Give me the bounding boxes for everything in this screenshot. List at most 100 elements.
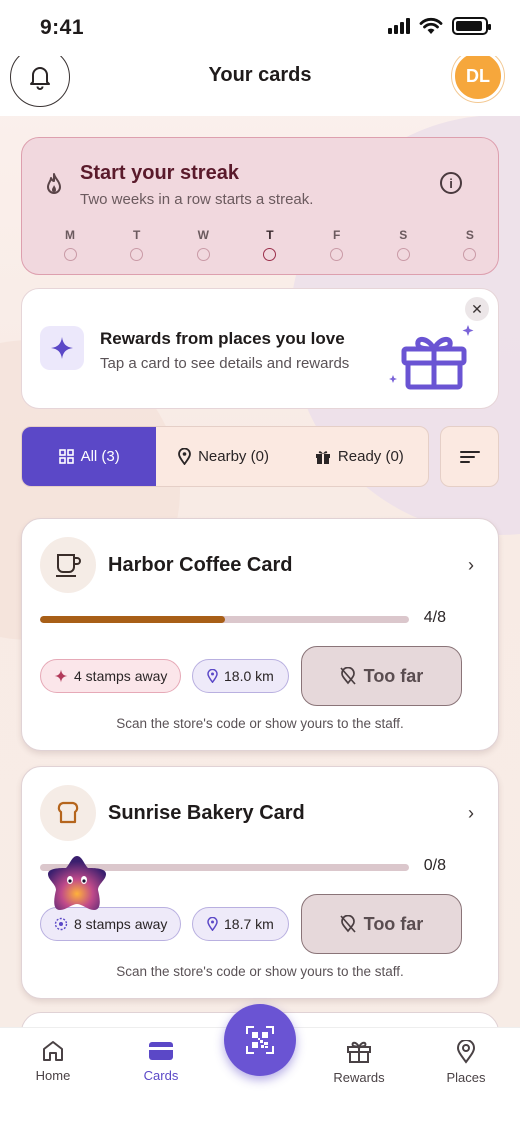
filter-nearby-label: Nearby (0) <box>198 448 269 465</box>
promo-subtitle: Tap a card to see details and rewards <box>100 355 350 372</box>
day-label: T <box>266 228 274 242</box>
day-indicator <box>463 248 477 261</box>
cards-screen: 9:41 Your cards DL Start your streak Two… <box>0 0 520 1125</box>
promo-title: Rewards from places you love <box>100 329 345 348</box>
home-icon <box>43 1041 63 1061</box>
nav-rewards[interactable]: Rewards <box>314 1040 404 1085</box>
distance-chip: 18.7 km <box>192 907 289 941</box>
gift-icon <box>315 450 330 464</box>
cellular-signal-icon <box>388 18 410 34</box>
location-off-icon <box>340 915 356 933</box>
streak-card[interactable]: Start your streak Two weeks in a row sta… <box>21 137 499 275</box>
filter-ready-label: Ready (0) <box>337 448 404 465</box>
day-label: F <box>332 228 341 242</box>
streak-day: S <box>455 228 485 261</box>
streak-day: F <box>322 228 352 261</box>
location-off-icon <box>340 667 356 685</box>
distance-label: 18.0 km <box>224 668 274 684</box>
nav-rewards-label: Rewards <box>333 1070 385 1085</box>
day-indicator <box>263 248 277 261</box>
streak-day: W <box>188 228 218 261</box>
filter-tabs: All (3) Nearby (0) Ready (0) <box>21 426 429 487</box>
close-button[interactable]: ✕ <box>465 297 489 321</box>
day-indicator <box>130 248 144 261</box>
card-name: Sunrise Bakery Card <box>108 802 305 824</box>
streak-day: M <box>55 228 85 261</box>
day-indicator <box>330 248 344 261</box>
status-bar: 9:41 <box>0 0 520 56</box>
day-label: W <box>197 228 209 242</box>
stamps-away-chip: 4 stamps away <box>40 659 182 693</box>
filter-nearby[interactable]: Nearby (0) <box>156 427 290 486</box>
too-far-label: Too far <box>363 665 424 686</box>
card-icon <box>149 1042 173 1060</box>
location-pin-icon <box>456 1040 476 1064</box>
flame-icon <box>47 173 61 194</box>
filter-all-label: All (3) <box>80 448 120 465</box>
close-icon: ✕ <box>471 300 483 317</box>
gift-illustration-icon <box>389 325 474 390</box>
status-time: 9:41 <box>40 16 85 39</box>
too-far-button[interactable]: Too far <box>301 894 462 954</box>
stamp-count: 0/8 <box>423 857 446 874</box>
distance-chip: 18.0 km <box>192 659 289 693</box>
nav-places[interactable]: Places <box>421 1040 511 1085</box>
too-far-label: Too far <box>363 913 424 934</box>
streak-title: Start your streak <box>80 162 239 184</box>
chevron-right-icon[interactable]: › <box>468 803 474 824</box>
streak-day-today: T <box>255 228 285 261</box>
day-indicator <box>63 248 77 261</box>
nav-places-label: Places <box>446 1070 486 1085</box>
wifi-icon <box>419 17 443 34</box>
stamps-away-label: 4 stamps away <box>74 668 168 684</box>
sparkle-icon <box>40 326 84 370</box>
chevron-right-icon[interactable]: › <box>468 555 474 576</box>
gift-icon <box>347 1041 371 1063</box>
avatar[interactable]: DL <box>452 50 504 102</box>
nav-home-label: Home <box>35 1068 71 1083</box>
location-pin-icon <box>178 448 191 465</box>
day-label: M <box>65 228 75 242</box>
distance-label: 18.7 km <box>224 916 274 932</box>
day-label: S <box>465 228 474 242</box>
status-icons <box>388 16 491 36</box>
sort-icon <box>459 450 480 463</box>
bread-icon <box>40 785 96 841</box>
location-pin-icon <box>207 917 218 931</box>
day-indicator <box>396 248 410 261</box>
qr-code-icon <box>246 1026 274 1054</box>
scan-qr-button[interactable] <box>224 1004 296 1076</box>
rewards-promo-card[interactable]: Rewards from places you love Tap a card … <box>21 288 499 409</box>
coffee-cup-icon <box>40 537 96 593</box>
page-title: Your cards <box>208 64 312 86</box>
mascot-star-icon <box>48 856 106 910</box>
progress-fill <box>40 616 225 623</box>
streak-day: S <box>388 228 418 261</box>
sort-button[interactable] <box>440 426 499 487</box>
nav-home[interactable]: Home <box>8 1040 98 1083</box>
location-pin-icon <box>207 669 218 683</box>
grid-icon <box>58 449 74 464</box>
day-label: S <box>399 228 408 242</box>
streak-subtitle: Two weeks in a row starts a streak. <box>80 191 314 208</box>
stamp-icon <box>54 917 68 931</box>
store-card[interactable]: Harbor Coffee Card › 4/8 4 stamps away 1… <box>21 518 499 751</box>
filter-ready[interactable]: Ready (0) <box>291 427 428 486</box>
nav-cards[interactable]: Cards <box>116 1040 206 1083</box>
filter-all[interactable]: All (3) <box>22 427 157 486</box>
battery-icon <box>452 17 491 35</box>
day-indicator <box>196 248 210 261</box>
streak-week: M T W T F S S <box>55 228 485 261</box>
stamp-progress-bar <box>40 616 409 623</box>
streak-day: T <box>122 228 152 261</box>
too-far-button[interactable]: Too far <box>301 646 462 706</box>
day-label: T <box>132 228 141 242</box>
stamps-away-label: 8 stamps away <box>74 916 168 932</box>
nav-cards-label: Cards <box>143 1068 179 1083</box>
info-icon[interactable]: i <box>440 172 462 194</box>
card-name: Harbor Coffee Card <box>108 554 293 576</box>
stamp-count: 4/8 <box>423 609 446 626</box>
scan-hint: Scan the store's code or show yours to t… <box>116 716 404 731</box>
sparkle-icon <box>54 669 68 683</box>
scan-hint: Scan the store's code or show yours to t… <box>116 964 404 979</box>
